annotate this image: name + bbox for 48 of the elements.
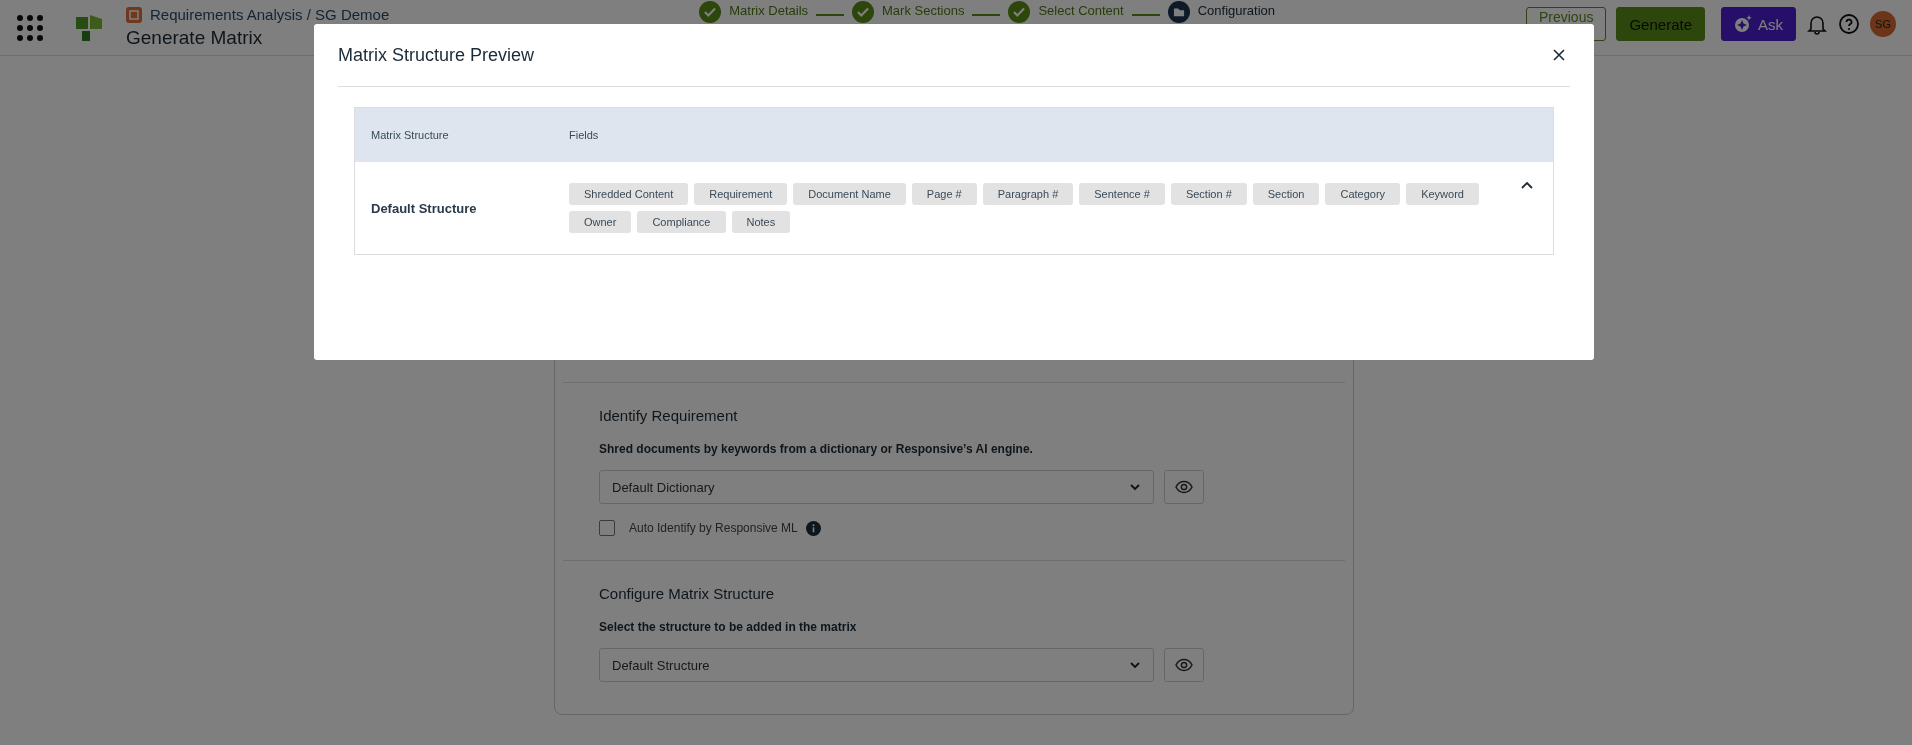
checkbox-label: Auto Identify by Responsive ML xyxy=(629,521,798,535)
preview-button[interactable] xyxy=(1164,470,1204,504)
section-title: Configure Matrix Structure xyxy=(599,585,776,602)
info-icon[interactable] xyxy=(805,520,821,536)
field-tag: Shredded Content xyxy=(569,183,689,205)
field-tag: Keyword xyxy=(1406,183,1479,205)
field-tag: Requirement xyxy=(694,183,788,205)
section-title: Identify Requirement xyxy=(599,407,739,424)
logo-icon[interactable] xyxy=(74,12,104,43)
page-title: Generate Matrix xyxy=(126,27,264,49)
column-header: Matrix Structure xyxy=(370,129,450,141)
eye-icon xyxy=(1175,478,1193,496)
field-tag: Category xyxy=(1325,183,1401,205)
breadcrumb[interactable]: Requirements Analysis / SG Demoe xyxy=(150,6,390,23)
caret-icon xyxy=(1521,180,1533,190)
help-icon[interactable] xyxy=(1838,13,1860,35)
field-tag: Compliance xyxy=(637,211,726,233)
bell-icon[interactable] xyxy=(1806,13,1828,35)
chevron-down-icon xyxy=(1129,659,1141,671)
collapse-button[interactable] xyxy=(1521,180,1533,190)
document-icon xyxy=(126,6,142,23)
step-label: Matrix Details xyxy=(729,2,809,17)
field-tag: Sentence # xyxy=(1079,183,1165,205)
field-tag: Paragraph # xyxy=(982,183,1074,205)
section-description: Select the structure to be added in the matrix xyxy=(599,620,858,634)
dropdown[interactable]: Default Structure xyxy=(599,648,1154,682)
apps-grid-icon[interactable] xyxy=(16,13,44,42)
chevron-down-icon xyxy=(1129,481,1141,493)
dialog-title: Matrix Structure Preview xyxy=(338,44,535,66)
dropdown[interactable]: Default Dictionary xyxy=(599,470,1154,504)
preview-button[interactable] xyxy=(1164,648,1204,682)
structure-name: Default Structure xyxy=(370,200,478,216)
step-label: Mark Sections xyxy=(882,2,965,17)
step-label: Configuration xyxy=(1197,2,1275,17)
column-header: Fields xyxy=(569,129,599,141)
field-tag: Section xyxy=(1252,183,1320,205)
close-icon xyxy=(1552,48,1566,62)
field-tag: Section # xyxy=(1170,183,1247,205)
ask-button[interactable]: Ask xyxy=(1721,7,1796,41)
field-tag: Notes xyxy=(731,211,791,233)
section-description: Shred documents by keywords from a dictionary or Responsive’s AI engine. xyxy=(599,442,1034,456)
field-tag: Document Name xyxy=(793,183,906,205)
eye-icon xyxy=(1175,656,1193,674)
checkbox[interactable] xyxy=(599,520,615,536)
field-tag: Page # xyxy=(911,183,977,205)
sparkle-icon xyxy=(1734,15,1752,33)
field-tag: Owner xyxy=(569,211,632,233)
step-label: Select Content xyxy=(1038,2,1124,17)
